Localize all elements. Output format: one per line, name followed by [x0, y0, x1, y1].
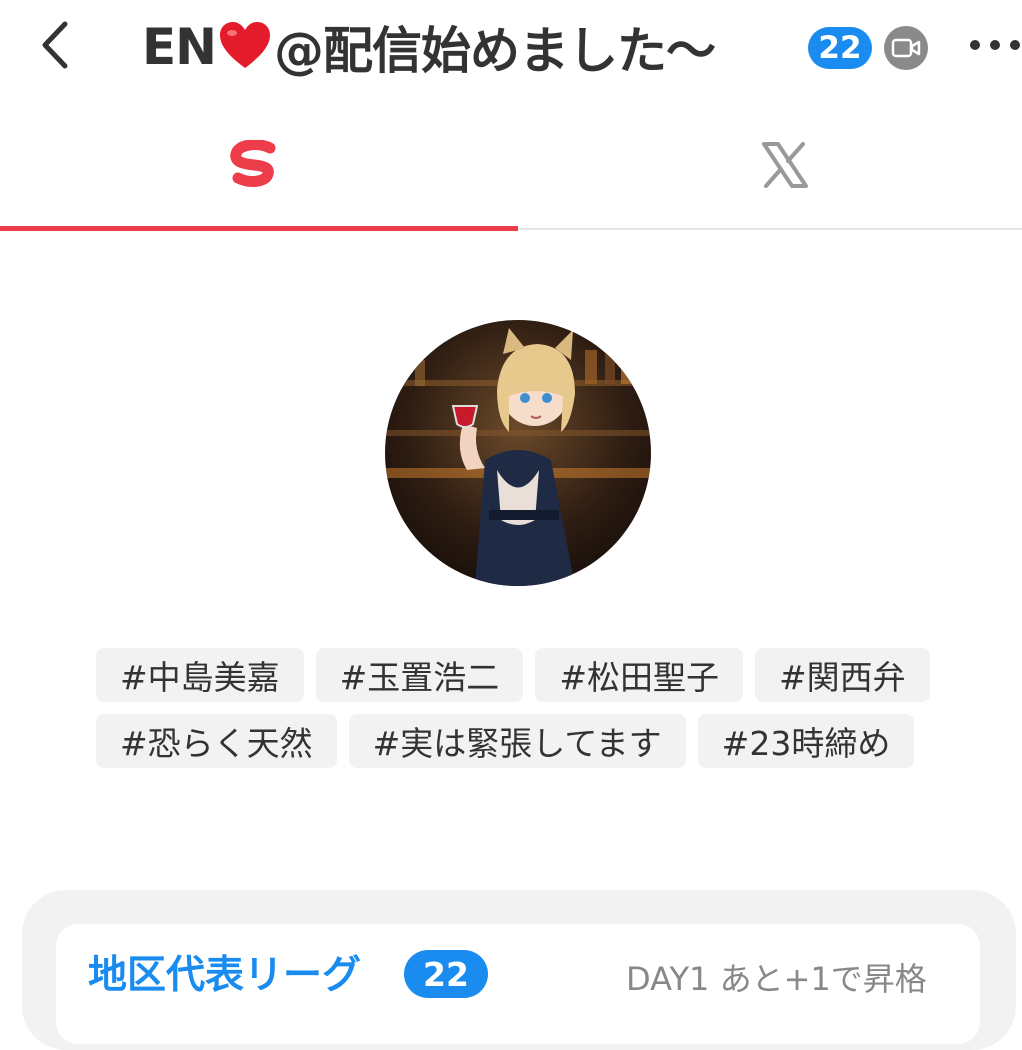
league-title: 地区代表リーグ [88, 953, 362, 998]
page-title: EN @配信始めました〜 [142, 10, 716, 84]
tab-bar [0, 106, 1022, 232]
x-logo-icon [762, 142, 808, 188]
league-status: DAY1 あと+1で昇格 [626, 960, 927, 998]
video-camera-icon [891, 38, 921, 58]
tag-chip[interactable]: #中島美嘉 [96, 648, 304, 702]
tab-divider [518, 228, 1022, 230]
chevron-left-icon [42, 21, 68, 69]
tag-row-2: #恐らく天然 #実は緊張してます #23時締め [96, 714, 956, 768]
title-text: @配信始めました〜 [274, 22, 716, 80]
tag-chip[interactable]: #関西弁 [754, 648, 930, 702]
tag-chip[interactable]: #実は緊張してます [348, 714, 686, 768]
tab-s[interactable] [0, 106, 510, 224]
tag-chip[interactable]: #恐らく天然 [96, 714, 337, 768]
back-button[interactable] [28, 18, 82, 72]
avatar[interactable] [385, 320, 651, 586]
red-heart-icon [220, 22, 271, 68]
tag-row-1: #中島美嘉 #玉置浩二 #松田聖子 #関西弁 [96, 648, 956, 702]
avatar-image [385, 320, 651, 586]
title-prefix: EN [142, 18, 217, 76]
tab-x[interactable] [530, 106, 1022, 224]
top-bar: EN @配信始めました〜 22 [0, 0, 1022, 100]
video-call-button[interactable] [884, 26, 928, 70]
tag-chip[interactable]: #玉置浩二 [315, 648, 524, 702]
active-tab-indicator [0, 226, 518, 231]
more-dots-icon[interactable] [970, 30, 1020, 60]
tag-chip[interactable]: #23時締め [697, 714, 915, 768]
league-level-badge: 22 [404, 950, 488, 998]
tag-list: #中島美嘉 #玉置浩二 #松田聖子 #関西弁 #恐らく天然 #実は緊張してます … [96, 648, 956, 780]
tag-chip[interactable]: #松田聖子 [535, 648, 743, 702]
s-logo-icon [230, 140, 276, 187]
level-badge: 22 [808, 27, 872, 69]
